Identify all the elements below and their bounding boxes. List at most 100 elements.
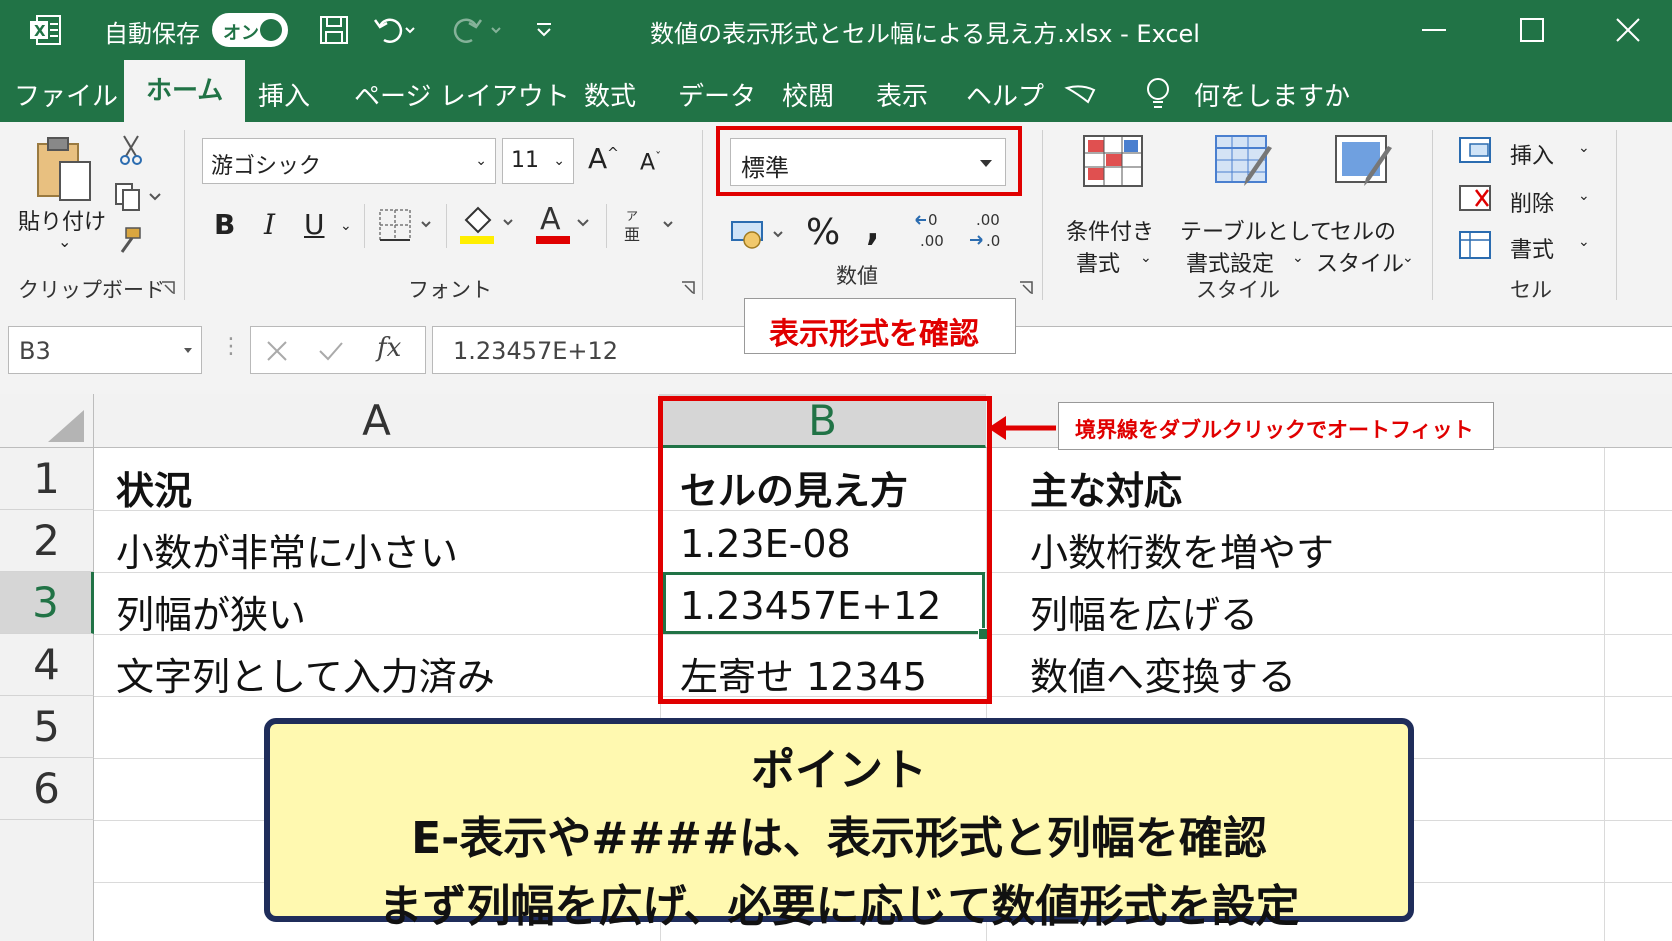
row-header-5[interactable]: 5: [0, 696, 94, 758]
row-header-3[interactable]: 3: [0, 572, 94, 634]
cell-a3[interactable]: 列幅が狭い: [116, 584, 306, 639]
chevron-down-icon[interactable]: ⌄: [1578, 140, 1590, 156]
paste-chevron-icon[interactable]: ⌄: [58, 232, 71, 251]
tab-home[interactable]: ホーム: [124, 60, 246, 122]
font-name-select[interactable]: 游ゴシック ⌄: [202, 138, 496, 184]
font-group-label: フォント: [408, 278, 492, 302]
border-icon[interactable]: [378, 208, 438, 244]
menu-bar: ファイル ホーム 挿入 ページ レイアウト 数式 データ 校閲 表示 ヘルプ 何…: [0, 60, 1672, 122]
cell-c4[interactable]: 数値へ変換する: [1030, 646, 1296, 701]
number-launcher-icon[interactable]: [1018, 280, 1034, 296]
close-icon[interactable]: [1614, 16, 1642, 44]
comma-button[interactable]: ,: [866, 208, 880, 249]
tab-data[interactable]: データ: [678, 76, 756, 113]
autosave-label: 自動保存: [104, 20, 200, 48]
formula-value: 1.23457E+12: [453, 337, 619, 365]
delete-cells-label[interactable]: 削除: [1510, 186, 1554, 218]
conditional-formatting-icon[interactable]: [1082, 134, 1144, 190]
percent-button[interactable]: %: [806, 212, 840, 253]
drag-handle-icon[interactable]: ⋮: [220, 334, 242, 359]
tab-formulas[interactable]: 数式: [584, 76, 636, 113]
tab-insert[interactable]: 挿入: [258, 76, 310, 113]
increase-decimal-icon[interactable]: 0.00: [914, 210, 958, 250]
insert-function-button[interactable]: fx: [377, 333, 401, 363]
cell-a4[interactable]: 文字列として入力済み: [116, 646, 495, 701]
select-all-corner[interactable]: [0, 394, 94, 448]
excel-icon[interactable]: X: [28, 14, 62, 46]
phonetic-icon[interactable]: ア亜: [622, 206, 682, 246]
tab-review[interactable]: 校閲: [782, 76, 834, 113]
formula-controls: fx: [250, 326, 426, 374]
bold-button[interactable]: B: [214, 208, 235, 241]
feedback-icon[interactable]: [1064, 82, 1098, 106]
format-as-table-line1[interactable]: テーブルとして: [1180, 214, 1332, 246]
cell-c2[interactable]: 小数桁数を増やす: [1030, 522, 1334, 577]
column-header-a[interactable]: A: [94, 394, 660, 448]
row-header-4[interactable]: 4: [0, 634, 94, 696]
chevron-down-icon[interactable]: ⌄: [1578, 188, 1590, 204]
cut-icon[interactable]: [116, 134, 146, 166]
underline-chevron-icon[interactable]: ⌄: [340, 218, 352, 234]
conditional-formatting-line2[interactable]: 書式: [1076, 246, 1120, 278]
formula-input[interactable]: 1.23457E+12: [432, 326, 1672, 374]
grow-font-icon[interactable]: A^: [588, 142, 619, 175]
format-cells-icon[interactable]: [1458, 230, 1494, 262]
row-header-7[interactable]: [0, 820, 94, 941]
row-header-6[interactable]: 6: [0, 758, 94, 820]
name-box[interactable]: B3: [8, 326, 202, 374]
insert-cells-icon[interactable]: [1458, 136, 1494, 166]
point-line2: まず列幅を広げ、必要に応じて数値形式を設定: [378, 881, 1300, 932]
cancel-icon[interactable]: [265, 339, 289, 363]
row-header-2[interactable]: 2: [0, 510, 94, 572]
cell-c3[interactable]: 列幅を広げる: [1030, 584, 1258, 639]
autofit-callout-text: 境界線をダブルクリックでオートフィット: [1075, 418, 1474, 442]
cell-styles-line2[interactable]: スタイル: [1316, 246, 1404, 278]
autosave-toggle[interactable]: オン: [212, 13, 288, 47]
cell-styles-icon[interactable]: [1334, 134, 1396, 192]
underline-button[interactable]: U: [304, 208, 325, 241]
format-as-table-icon[interactable]: [1214, 134, 1276, 192]
fill-color-icon[interactable]: [458, 204, 520, 246]
lightbulb-icon[interactable]: [1144, 76, 1172, 112]
clipboard-launcher-icon[interactable]: [160, 280, 176, 296]
undo-icon[interactable]: [372, 14, 416, 46]
chevron-down-icon[interactable]: ⌄: [1292, 250, 1304, 266]
decrease-decimal-icon[interactable]: .00.0: [968, 210, 1012, 250]
delete-cells-icon[interactable]: [1458, 184, 1494, 214]
cell-a1[interactable]: 状況: [116, 460, 192, 515]
tab-view[interactable]: 表示: [876, 76, 928, 113]
font-launcher-icon[interactable]: [680, 280, 696, 296]
font-size-select[interactable]: 11 ⌄: [502, 138, 574, 184]
copy-icon[interactable]: [114, 182, 164, 212]
insert-cells-label[interactable]: 挿入: [1510, 138, 1554, 170]
cell-c1[interactable]: 主な対応: [1030, 460, 1182, 515]
cell-a2[interactable]: 小数が非常に小さい: [116, 522, 458, 577]
chevron-down-icon: [184, 348, 192, 353]
chevron-down-icon[interactable]: ⌄: [1402, 250, 1414, 266]
tab-help[interactable]: ヘルプ: [966, 76, 1044, 113]
number-format-highlight: [716, 126, 1022, 196]
customize-qat-icon[interactable]: [534, 18, 554, 42]
tell-me-search[interactable]: 何をしますか: [1194, 76, 1350, 113]
clipboard-icon[interactable]: [34, 134, 96, 204]
format-painter-icon[interactable]: [114, 226, 144, 256]
minimize-icon[interactable]: [1420, 18, 1448, 42]
ribbon: 貼り付け ⌄ クリップボード 游ゴシック ⌄ 11 ⌄ A^ Aˇ B I U …: [0, 122, 1672, 323]
enter-icon[interactable]: [317, 339, 345, 363]
accounting-format-icon[interactable]: [730, 218, 790, 252]
chevron-down-icon[interactable]: ⌄: [1140, 250, 1152, 266]
format-callout: 表示形式を確認: [744, 298, 1016, 354]
format-cells-label[interactable]: 書式: [1510, 232, 1554, 264]
font-color-icon[interactable]: A: [536, 202, 598, 246]
shrink-font-icon[interactable]: Aˇ: [640, 150, 661, 175]
maximize-icon[interactable]: [1518, 16, 1546, 44]
redo-icon[interactable]: [450, 14, 504, 46]
chevron-down-icon[interactable]: ⌄: [1578, 234, 1590, 250]
row-header-1[interactable]: 1: [0, 448, 94, 510]
cell-styles-line1[interactable]: セルの: [1330, 214, 1396, 246]
tab-file[interactable]: ファイル: [14, 76, 118, 113]
italic-button[interactable]: I: [264, 208, 275, 241]
tab-page-layout[interactable]: ページ レイアウト: [354, 76, 570, 113]
conditional-formatting-line1[interactable]: 条件付き: [1066, 214, 1154, 246]
save-icon[interactable]: [318, 14, 350, 46]
